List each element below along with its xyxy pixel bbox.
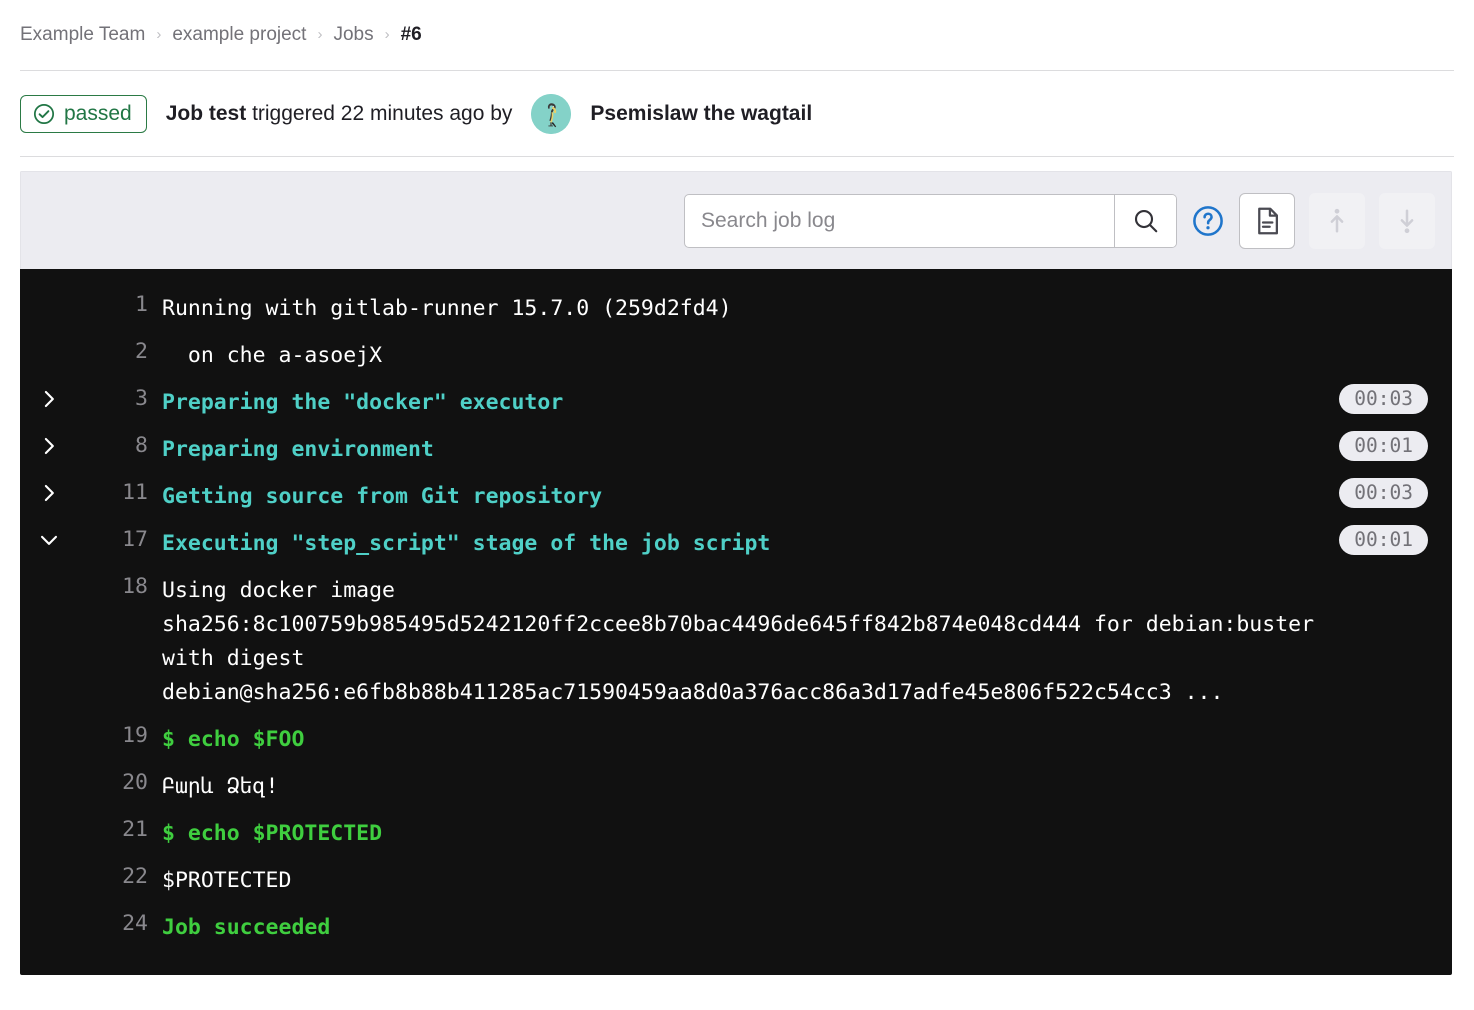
help-circle-icon	[1193, 205, 1223, 236]
chevron-right-icon	[44, 484, 54, 501]
search-icon	[1134, 209, 1157, 232]
section-toggle	[20, 863, 78, 866]
job-log-page: Example Team › example project › Jobs › …	[0, 0, 1474, 1010]
breadcrumb-item-project[interactable]: example project	[172, 24, 306, 46]
job-log-panel: 1Running with gitlab-runner 15.7.0 (259d…	[20, 171, 1452, 975]
scroll-to-bottom-button[interactable]	[1379, 192, 1435, 249]
section-toggle	[20, 769, 78, 772]
log-line-text: Running with gitlab-runner 15.7.0 (259d2…	[162, 296, 732, 321]
section-toggle[interactable]	[20, 432, 78, 457]
log-section-header[interactable]: 11 Getting source from Git repository 00:0…	[20, 473, 1452, 520]
scroll-to-top-button[interactable]	[1309, 192, 1365, 249]
log-line: 21 $ echo $PROTECTED	[20, 810, 1452, 857]
section-toggle[interactable]	[20, 479, 78, 504]
chevron-down-icon	[40, 535, 58, 545]
search-button[interactable]	[1114, 194, 1176, 247]
log-line-number[interactable]: 24	[78, 910, 162, 935]
log-line: 22 $PROTECTED	[20, 857, 1452, 904]
document-icon	[1258, 207, 1278, 234]
log-line: 2 on che a-asoejX	[20, 332, 1452, 379]
chevron-right-icon	[44, 390, 54, 407]
chevron-right-icon	[44, 437, 54, 454]
log-line-number[interactable]: 18	[78, 573, 162, 598]
section-duration-badge: 00:01	[1339, 524, 1428, 556]
user-name[interactable]: Psemislaw the wagtail	[590, 102, 812, 126]
breadcrumb-item-current: #6	[400, 24, 422, 45]
breadcrumb-item-jobs[interactable]: Jobs	[333, 24, 373, 46]
section-duration-badge: 00:03	[1339, 383, 1428, 415]
avatar[interactable]	[531, 93, 572, 134]
log-line-text: $PROTECTED	[162, 867, 292, 893]
log-line-number[interactable]: 21	[78, 816, 162, 841]
job-log-toolbar	[20, 171, 1452, 269]
log-line-text: on che a-asoejX	[162, 342, 383, 368]
job-log-output: 1 Running with gitlab-runner 15.7.0 (259d…	[20, 269, 1452, 975]
log-line-number[interactable]: 2	[78, 338, 162, 363]
status-badge[interactable]: passed	[20, 94, 147, 133]
breadcrumb: Example Team › example project › Jobs › …	[0, 0, 1474, 70]
log-line-number[interactable]: 8	[78, 432, 162, 457]
divider-bottom	[20, 156, 1454, 157]
log-line-text: Բարև Ձեզ!	[162, 773, 279, 799]
log-line-text: Job succeeded	[162, 914, 331, 940]
section-duration-badge: 00:01	[1339, 430, 1428, 462]
log-line-number[interactable]: 3	[78, 385, 162, 410]
section-toggle	[20, 910, 78, 913]
section-toggle	[20, 338, 78, 341]
log-section-header[interactable]: 17 Executing "step_script" stage of the j…	[20, 520, 1452, 567]
section-toggle	[20, 573, 78, 576]
section-toggle	[20, 722, 78, 725]
log-line-number[interactable]: 19	[78, 722, 162, 747]
log-line: 1 Running with gitlab-runner 15.7.0 (259d…	[20, 285, 1452, 332]
log-line-number[interactable]: 17	[78, 526, 162, 551]
section-toggle	[20, 816, 78, 819]
log-line-text: $ echo $FOO	[162, 726, 305, 752]
check-circle-icon	[33, 103, 55, 124]
search-job-log-group	[684, 193, 1177, 248]
raw-log-button[interactable]	[1239, 192, 1295, 249]
log-section-header[interactable]: 3 Preparing the "docker" executor 00:03	[20, 379, 1452, 426]
search-input[interactable]	[685, 194, 1114, 247]
log-line-number[interactable]: 20	[78, 769, 162, 794]
log-line: 24 Job succeeded	[20, 904, 1452, 951]
log-line: 18 Using docker image sha256:8c100759b985…	[20, 567, 1452, 716]
log-line-text: Preparing environment	[162, 436, 434, 462]
log-line-number[interactable]: 22	[78, 863, 162, 888]
job-title: Job test triggered 22 minutes ago by	[166, 102, 513, 126]
chevron-right-icon: ›	[156, 25, 162, 43]
section-toggle	[20, 291, 78, 294]
log-line-number[interactable]: 11	[78, 479, 162, 504]
log-section-header[interactable]: 8 Preparing environment 00:01	[20, 426, 1452, 473]
section-toggle[interactable]	[20, 385, 78, 410]
status-badge-label: passed	[64, 102, 132, 125]
log-line-text: Using docker image sha256:8c100759b98549…	[162, 577, 1327, 705]
log-line-number[interactable]: 1	[78, 291, 162, 316]
job-title-name: Job test	[165, 101, 247, 125]
log-line-text: Executing "step_script" stage of the job…	[162, 530, 771, 556]
chevron-right-icon: ›	[384, 25, 390, 43]
job-title-meta: triggered 22 minutes ago by	[246, 101, 513, 125]
breadcrumb-item-group[interactable]: Example Team	[20, 24, 145, 46]
scroll-to-bottom-icon	[1400, 208, 1414, 233]
log-line-text: $ echo $PROTECTED	[162, 820, 383, 846]
job-header: passed Job test triggered 22 minutes ago…	[0, 71, 1474, 156]
help-button[interactable]	[1191, 204, 1225, 238]
section-toggle[interactable]	[20, 526, 78, 551]
chevron-right-icon: ›	[317, 25, 323, 43]
log-line: 19 $ echo $FOO	[20, 716, 1452, 763]
log-line-text: Preparing the "docker" executor	[162, 389, 564, 415]
log-line: 20 Բարև Ձեզ!	[20, 763, 1452, 810]
scroll-to-top-icon	[1330, 208, 1344, 233]
log-line-text: Getting source from Git repository	[162, 483, 603, 509]
section-duration-badge: 00:03	[1339, 477, 1428, 509]
